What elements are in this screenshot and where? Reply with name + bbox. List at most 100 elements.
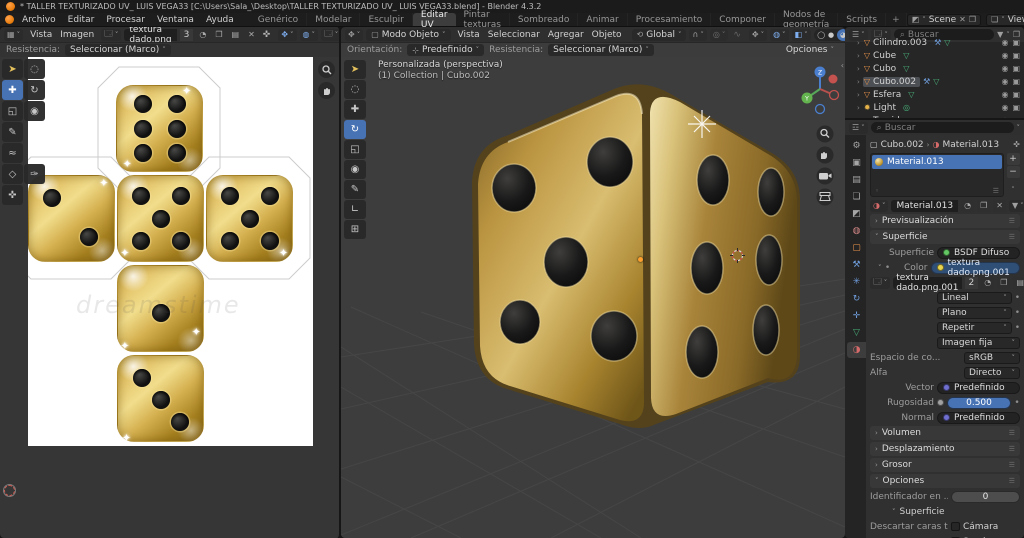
interpolation-dropdown[interactable]: Lineal ˅ [937, 291, 1012, 304]
remove-slot-button[interactable]: − [1006, 166, 1020, 178]
viewport-menu-agregar[interactable]: Agregar [544, 30, 588, 40]
fake-user-icon[interactable]: ◔ [196, 28, 210, 41]
scale-tool[interactable]: ◱ [2, 101, 23, 121]
blender-menu-icon[interactable] [5, 15, 14, 24]
camera-checkbox[interactable] [951, 522, 960, 531]
transform-tool[interactable]: ◉ [24, 101, 45, 121]
shading-solid-button[interactable]: ● [827, 30, 836, 39]
material-slot-list[interactable]: Material.013 ◦ ☰ [870, 153, 1004, 197]
workspace-tab-animar[interactable]: Animar [578, 13, 628, 26]
workspace-tab-pintar-texturas[interactable]: Pintar texturas [456, 10, 510, 30]
show-overlays-toggle[interactable]: ◍ ˅ [770, 28, 789, 41]
properties-tab-material[interactable]: ◑ [847, 342, 866, 358]
grab-tool[interactable]: ✑ [24, 164, 45, 184]
workspace-tab-modelar[interactable]: Modelar [307, 13, 361, 26]
slot-specials-button[interactable]: ˅ [1011, 186, 1015, 194]
workspace-tab-editar-uv[interactable]: Editar UV [412, 10, 456, 30]
breadcrumb-object[interactable]: Cubo.002 [881, 140, 924, 150]
properties-tab-modifiers[interactable]: ⚒ [847, 257, 866, 273]
pass-index-field[interactable]: 0 [951, 490, 1020, 503]
copy-image-icon[interactable]: ❐ [997, 276, 1011, 289]
measure-tool[interactable]: ∟ [344, 200, 366, 219]
polygon-select-tool[interactable]: ◇ [2, 164, 23, 184]
menu-editar[interactable]: Editar [62, 15, 101, 25]
workspace-tab-nodos-de-geometria[interactable]: Nodos de geometría [775, 10, 839, 30]
pin-icon[interactable]: ✜ [1013, 140, 1020, 149]
image-users-count[interactable]: 3 [179, 28, 194, 41]
section-preview[interactable]: › Previsualización ☰ [870, 214, 1020, 228]
transform-tool[interactable]: ◉ [344, 160, 366, 179]
disable-render-icon[interactable]: ▣ [1012, 103, 1020, 112]
display-channels-button[interactable]: 🗔 ˅ [321, 28, 339, 41]
orientation-preset-dropdown[interactable]: ⊹ Predefinido ˅ [407, 44, 485, 56]
workspace-tab-esculpir[interactable]: Esculpir [360, 13, 413, 26]
scene-selector[interactable]: ◩ ˅ Scene ✕ ❐ [906, 13, 982, 26]
workspace-tab-sombreado[interactable]: Sombreado [510, 13, 579, 26]
workspace-tab-generico[interactable]: Genérico [250, 13, 308, 26]
add-workspace-button[interactable]: + [886, 13, 907, 26]
image-browse-button[interactable]: 🗔 ˅ [101, 28, 122, 41]
outliner-item-cubo[interactable]: › ▽ Cubo ▽ ◉ ▣ [845, 62, 1024, 75]
mode-dropdown[interactable]: ▢ Modo Objeto ˅ [366, 28, 451, 41]
properties-tab-particles[interactable]: ✳ [847, 274, 866, 290]
workspace-tab-componer[interactable]: Componer [711, 13, 775, 26]
disable-render-icon[interactable]: ▣ [1012, 51, 1020, 60]
proportional-edit-toggle[interactable]: ◎ ˅ [709, 28, 729, 41]
disable-render-icon[interactable]: ▣ [1012, 64, 1020, 73]
breadcrumb-material[interactable]: Material.013 [942, 140, 999, 150]
uv-menu-imagen[interactable]: Imagen [56, 30, 98, 40]
hide-eye-icon[interactable]: ◉ [1001, 64, 1008, 73]
image-source-dropdown[interactable]: Imagen fija ˅ [937, 336, 1020, 349]
sidebar-toggle[interactable]: ‹ [841, 61, 844, 70]
menu-procesar[interactable]: Procesar [100, 15, 151, 25]
copy-icon[interactable]: ❐ [969, 15, 976, 24]
shading-material-button[interactable]: ◕ [836, 28, 845, 41]
open-image-icon[interactable]: ▤ [228, 28, 243, 41]
section-surface[interactable]: ˅ Superficie ☰ [870, 230, 1020, 244]
material-specials-button[interactable]: ▼ ˅ [1008, 199, 1024, 212]
image-name-field[interactable]: textura dado.png.001 [893, 273, 962, 293]
uv-canvas[interactable]: ✦ ✦ ✦ ✦ ✦ ✦ ✦ ✦ dreamstime ➤ ◌ ✚ ↻ ◱ ◉ ✎ ≈ ◇ ✑ ✜ [0, 57, 339, 538]
alpha-mode-dropdown[interactable]: Directo ˅ [964, 366, 1020, 379]
image-name-field[interactable]: textura dado.png [124, 27, 177, 45]
disable-render-icon[interactable]: ▣ [1012, 90, 1020, 99]
section-options[interactable]: ˅ Opciones ☰ [870, 474, 1020, 488]
hide-eye-icon[interactable]: ◉ [1001, 38, 1008, 47]
properties-search[interactable]: ⌕ Buscar [870, 122, 1014, 133]
properties-tab-tool[interactable]: ⚙ [847, 138, 866, 154]
annotate-tool[interactable]: ✎ [344, 180, 366, 199]
outliner-item-esfera[interactable]: › ▽ Esfera ▽ ◉ ▣ [845, 88, 1024, 101]
fake-user-icon[interactable]: ◔ [981, 276, 995, 289]
move-tool[interactable]: ✚ [2, 80, 23, 100]
uv-strength-dropdown[interactable]: Seleccionar (Marco) ˅ [65, 44, 171, 56]
show-gizmo-toggle[interactable]: ✥ ˅ [748, 28, 768, 41]
properties-tab-object[interactable]: ▢ [847, 240, 866, 256]
hide-eye-icon[interactable]: ◉ [1001, 51, 1008, 60]
outliner-item-cubo-002[interactable]: › ▽ Cubo.002 ⚒ ▽ ◉ ▣ [845, 75, 1024, 88]
material-slot-active[interactable]: Material.013 [872, 155, 1002, 169]
properties-tab-physics[interactable]: ↻ [847, 291, 866, 307]
unlink-material-icon[interactable]: ✕ [993, 199, 1006, 212]
properties-tab-object-data[interactable]: ▽ [847, 325, 866, 341]
cursor-tool[interactable]: ◌ [344, 80, 366, 99]
options-surface-subsection[interactable]: ˅ Superficie [870, 505, 1020, 518]
properties-tab-constraints[interactable]: ✛ [847, 308, 866, 324]
vector-input-field[interactable]: Predefinido [937, 381, 1020, 394]
extension-dropdown[interactable]: Repetir ˅ [937, 321, 1012, 334]
rotate-tool[interactable]: ↻ [24, 80, 45, 100]
expand-icon[interactable]: › [857, 104, 860, 112]
outliner-item-cilindro-003[interactable]: › ▽ Cilindro.003 ⚒ ▽ ◉ ▣ [845, 36, 1024, 49]
unlink-icon[interactable]: ✕ [959, 15, 966, 24]
tweak-select-tool[interactable]: ➤ [2, 59, 23, 79]
outliner-item-light[interactable]: › ✹ Light ◎ ◉ ▣ [845, 101, 1024, 114]
hide-eye-icon[interactable]: ◉ [1001, 90, 1008, 99]
fake-user-icon[interactable]: ◔ [961, 199, 975, 212]
projection-dropdown[interactable]: Plano ˅ [937, 306, 1012, 319]
options-dropdown[interactable]: Opciones ˅ [781, 44, 839, 56]
properties-tab-world[interactable]: ◍ [847, 223, 866, 239]
strength-dropdown[interactable]: Seleccionar (Marco) ˅ [548, 44, 654, 56]
unlink-image-icon[interactable]: ✕ [245, 28, 258, 41]
properties-tab-view-layer[interactable]: ❏ [847, 189, 866, 205]
relax-tool[interactable]: ≈ [2, 143, 23, 163]
properties-tab-output[interactable]: ▤ [847, 172, 866, 188]
